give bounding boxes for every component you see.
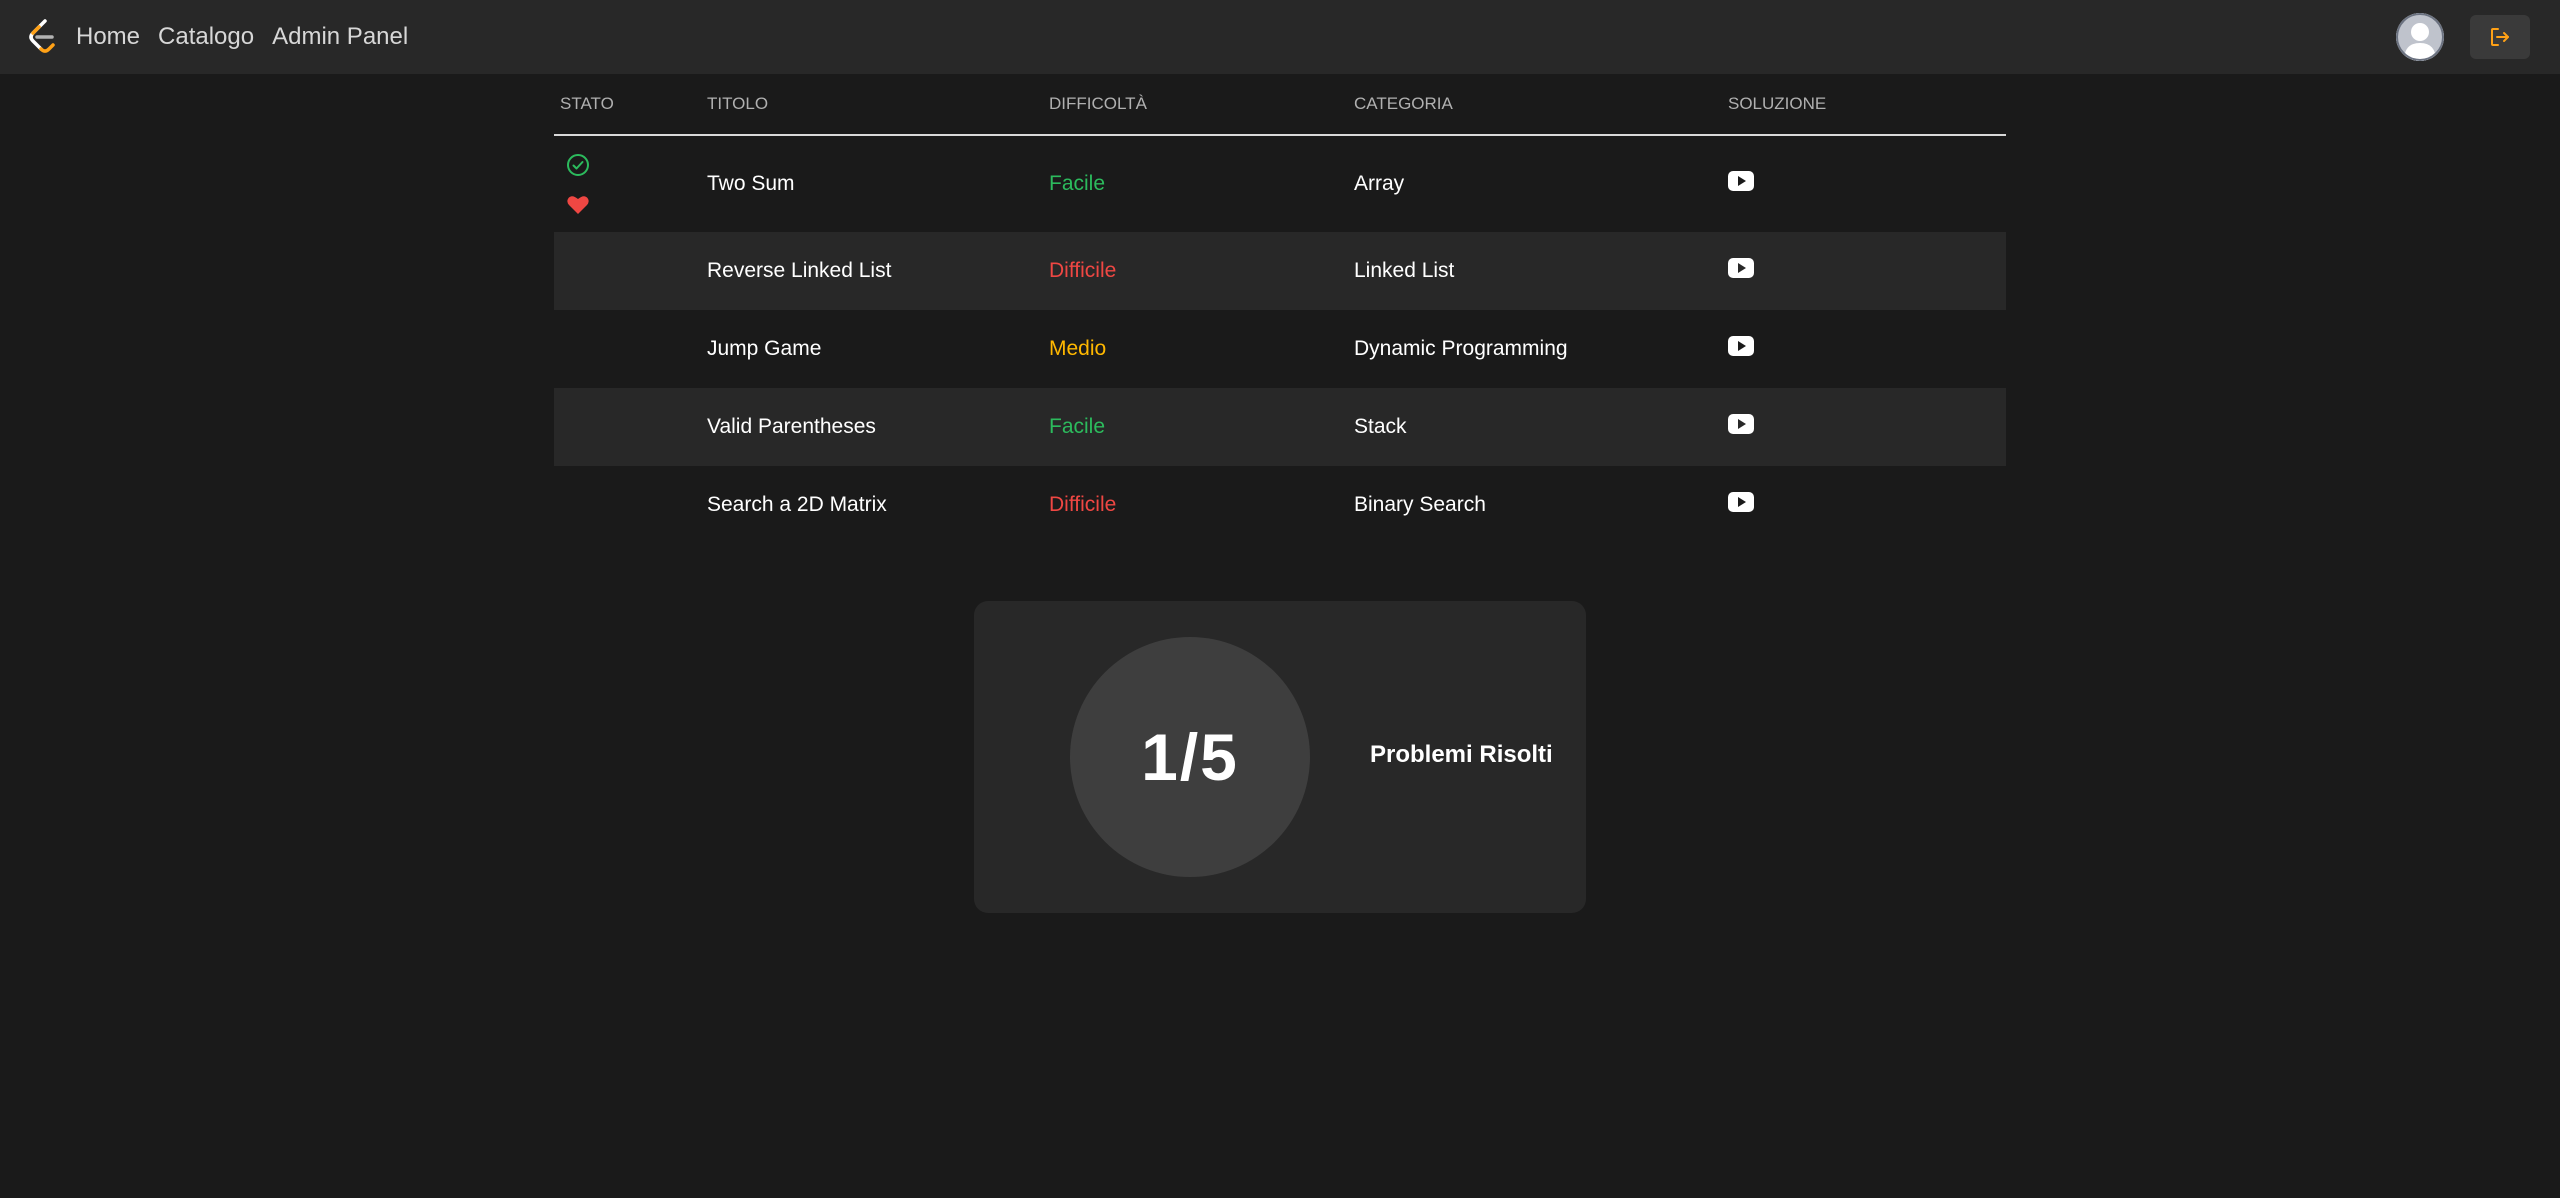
nav-link-home[interactable]: Home bbox=[76, 23, 140, 51]
problems-table: STATO TITOLO DIFFICOLTÀ CATEGORIA SOLUZI… bbox=[554, 74, 2006, 544]
solution-cell bbox=[1728, 171, 2006, 197]
solution-cell bbox=[1728, 336, 2006, 362]
table-row[interactable]: Two Sum Facile Array bbox=[554, 136, 2006, 232]
problem-title[interactable]: Reverse Linked List bbox=[707, 259, 1049, 283]
solved-count-circle: 1/5 bbox=[1070, 637, 1310, 877]
difficulty-label: Facile bbox=[1049, 172, 1106, 195]
difficulty-label: Facile bbox=[1049, 415, 1106, 438]
solution-cell bbox=[1728, 258, 2006, 284]
problem-title[interactable]: Valid Parentheses bbox=[707, 415, 1049, 439]
top-navbar: Home Catalogo Admin Panel bbox=[0, 0, 2560, 74]
youtube-icon[interactable] bbox=[1728, 336, 1754, 362]
table-row[interactable]: Reverse Linked List Difficile Linked Lis… bbox=[554, 232, 2006, 310]
solution-cell bbox=[1728, 492, 2006, 518]
solved-stats-card: 1/5 Problemi Risolti bbox=[974, 601, 1586, 913]
solved-check-icon bbox=[567, 154, 589, 176]
solved-count: 1/5 bbox=[1141, 720, 1239, 794]
table-row[interactable]: Jump Game Medio Dynamic Programming bbox=[554, 310, 2006, 388]
table-row[interactable]: Valid Parentheses Facile Stack bbox=[554, 388, 2006, 466]
youtube-icon[interactable] bbox=[1728, 414, 1754, 440]
difficulty-label: Difficile bbox=[1049, 493, 1117, 516]
favorite-heart-icon[interactable] bbox=[566, 193, 590, 215]
youtube-icon[interactable] bbox=[1728, 258, 1754, 284]
leetcode-logo-icon[interactable] bbox=[26, 17, 60, 57]
table-header: STATO TITOLO DIFFICOLTÀ CATEGORIA SOLUZI… bbox=[554, 74, 2006, 136]
youtube-icon[interactable] bbox=[1728, 492, 1754, 518]
status-cell bbox=[554, 153, 707, 215]
nav-link-admin-panel[interactable]: Admin Panel bbox=[272, 23, 408, 51]
problem-title[interactable]: Search a 2D Matrix bbox=[707, 493, 1049, 517]
user-avatar-icon[interactable] bbox=[2396, 13, 2444, 61]
category-label: Binary Search bbox=[1354, 493, 1486, 516]
solution-cell bbox=[1728, 414, 2006, 440]
youtube-icon[interactable] bbox=[1728, 171, 1754, 197]
header-difficolta: DIFFICOLTÀ bbox=[1049, 94, 1147, 113]
logout-icon bbox=[2491, 28, 2509, 46]
category-label: Stack bbox=[1354, 415, 1407, 438]
category-label: Linked List bbox=[1354, 259, 1455, 282]
difficulty-label: Difficile bbox=[1049, 259, 1117, 282]
navbar-actions bbox=[2396, 0, 2530, 74]
difficulty-label: Medio bbox=[1049, 337, 1107, 360]
solved-label: Problemi Risolti bbox=[1370, 741, 1553, 768]
problem-title[interactable]: Jump Game bbox=[707, 337, 1049, 361]
category-label: Array bbox=[1354, 172, 1405, 195]
header-categoria: CATEGORIA bbox=[1354, 94, 1453, 113]
category-label: Dynamic Programming bbox=[1354, 337, 1568, 360]
problem-title[interactable]: Two Sum bbox=[707, 172, 1049, 196]
logout-button[interactable] bbox=[2470, 15, 2530, 59]
nav-link-catalogo[interactable]: Catalogo bbox=[158, 23, 254, 51]
header-titolo: TITOLO bbox=[707, 94, 769, 113]
header-soluzione: SOLUZIONE bbox=[1728, 94, 1827, 113]
table-row[interactable]: Search a 2D Matrix Difficile Binary Sear… bbox=[554, 466, 2006, 544]
header-stato: STATO bbox=[560, 94, 614, 113]
